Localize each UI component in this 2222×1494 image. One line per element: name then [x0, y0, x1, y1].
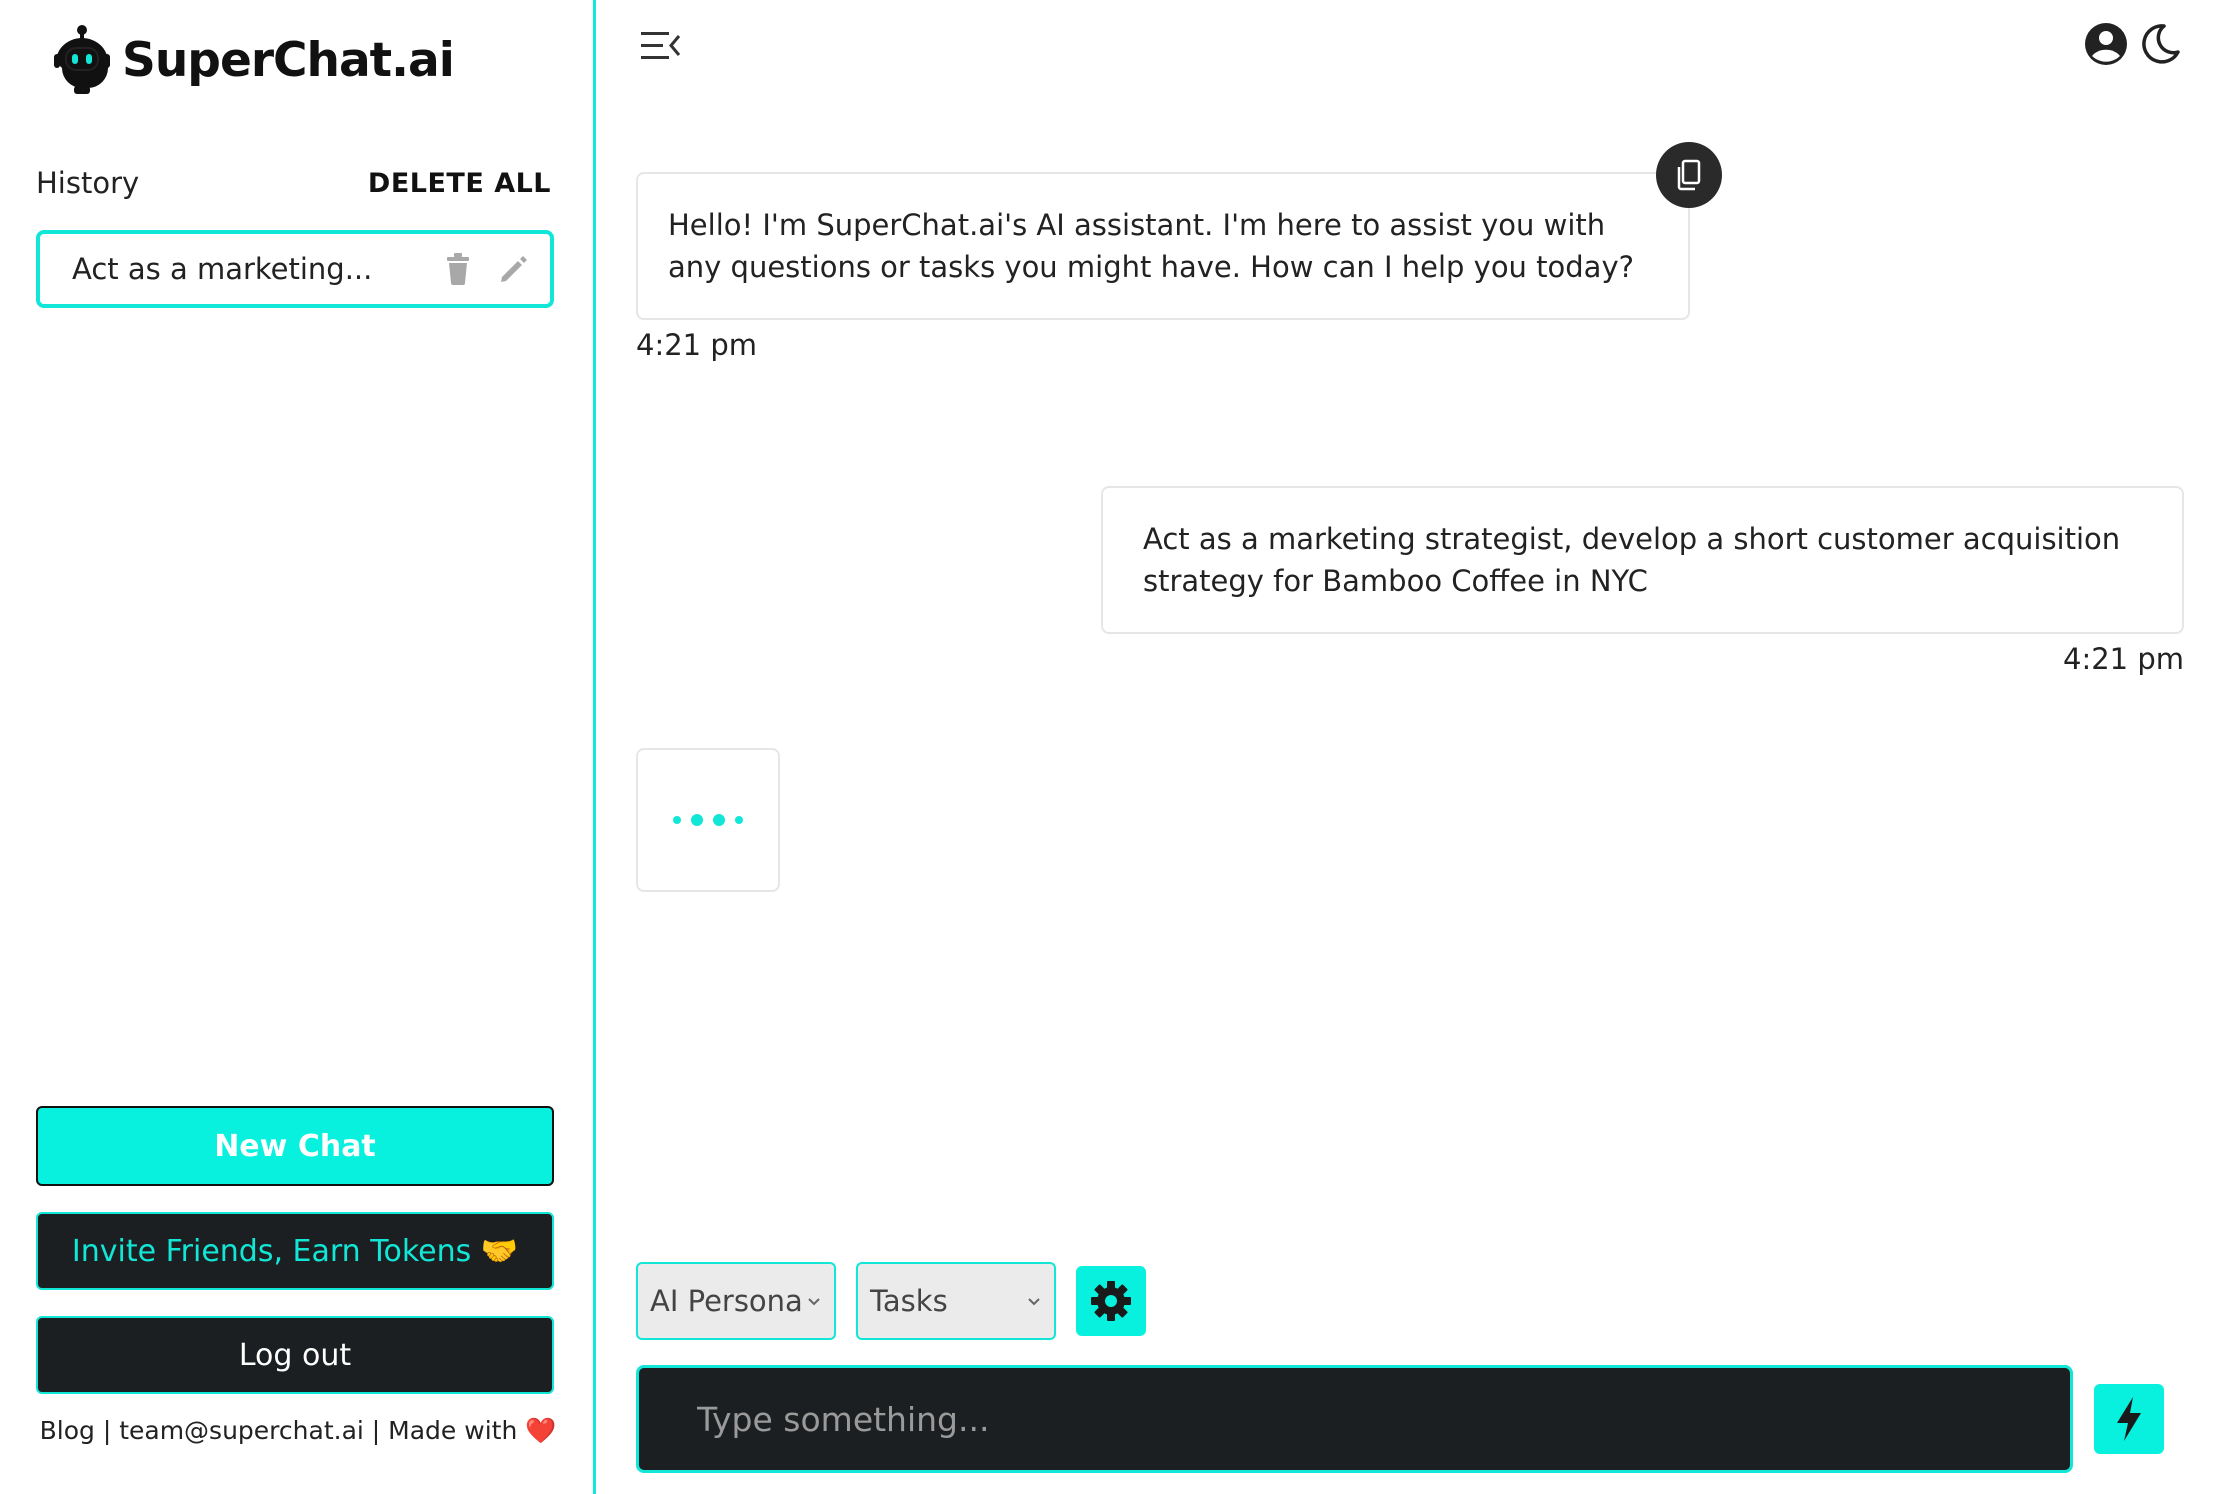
- user-circle-icon[interactable]: [2084, 22, 2128, 66]
- assistant-message: Hello! I'm SuperChat.ai's AI assistant. …: [636, 172, 1690, 320]
- lightning-bolt-icon: [2117, 1397, 2141, 1441]
- ai-persona-select[interactable]: AI Persona: [636, 1262, 836, 1340]
- blog-link[interactable]: Blog: [40, 1416, 95, 1445]
- typing-dot: [735, 816, 743, 824]
- delete-all-button[interactable]: DELETE ALL: [368, 168, 551, 199]
- footer-separator: |: [363, 1416, 389, 1445]
- message-input-container: [636, 1365, 2073, 1473]
- assistant-message-text: Hello! I'm SuperChat.ai's AI assistant. …: [668, 208, 1635, 284]
- ai-persona-select-value: AI Persona: [650, 1284, 803, 1318]
- user-message: Act as a marketing strategist, develop a…: [1101, 486, 2184, 634]
- tasks-select[interactable]: Tasks: [856, 1262, 1056, 1340]
- history-item-title: Act as a marketing...: [72, 252, 373, 286]
- copy-icon: [1677, 159, 1701, 191]
- composer-controls: AI Persona Tasks: [636, 1262, 1146, 1340]
- sidebar-footer: Blog | team@superchat.ai | Made with ❤️: [0, 1416, 596, 1446]
- chat-main: Hello! I'm SuperChat.ai's AI assistant. …: [599, 0, 2222, 1494]
- invite-friends-button[interactable]: Invite Friends, Earn Tokens 🤝: [36, 1212, 554, 1290]
- message-timestamp: 4:21 pm: [2063, 642, 2184, 676]
- brand-name: SuperChat.ai: [122, 32, 455, 88]
- user-message-text: Act as a marketing strategist, develop a…: [1143, 522, 2121, 598]
- robot-logo-icon: [54, 25, 110, 94]
- menu-collapse-icon[interactable]: [639, 28, 683, 64]
- footer-separator: |: [94, 1416, 120, 1445]
- typing-indicator: [636, 748, 780, 892]
- send-button[interactable]: [2094, 1384, 2164, 1454]
- email-link[interactable]: team@superchat.ai: [119, 1416, 364, 1445]
- history-header: History DELETE ALL: [36, 166, 551, 200]
- chevron-down-icon: [1028, 1298, 1040, 1306]
- typing-dot: [713, 814, 725, 826]
- made-with-text: Made with: [388, 1416, 526, 1445]
- gear-icon: [1091, 1281, 1131, 1321]
- history-label: History: [36, 166, 140, 200]
- tasks-select-value: Tasks: [870, 1284, 948, 1318]
- message-input[interactable]: [697, 1399, 2070, 1439]
- message-timestamp: 4:21 pm: [636, 328, 757, 362]
- trash-icon[interactable]: [438, 249, 478, 289]
- pencil-edit-icon[interactable]: [494, 249, 534, 289]
- copy-button[interactable]: [1656, 142, 1722, 208]
- settings-button[interactable]: [1076, 1266, 1146, 1336]
- typing-dot: [673, 816, 681, 824]
- brand-logo[interactable]: SuperChat.ai: [50, 24, 455, 96]
- new-chat-button[interactable]: New Chat: [36, 1106, 554, 1186]
- typing-dot: [691, 814, 703, 826]
- history-item[interactable]: Act as a marketing...: [36, 230, 554, 308]
- chevron-down-icon: [808, 1298, 820, 1306]
- sidebar: SuperChat.ai History DELETE ALL Act as a…: [0, 0, 596, 1494]
- moon-icon[interactable]: [2138, 22, 2182, 66]
- header-actions: [2084, 22, 2182, 66]
- logout-button[interactable]: Log out: [36, 1316, 554, 1394]
- heart-icon: ❤️: [525, 1416, 557, 1445]
